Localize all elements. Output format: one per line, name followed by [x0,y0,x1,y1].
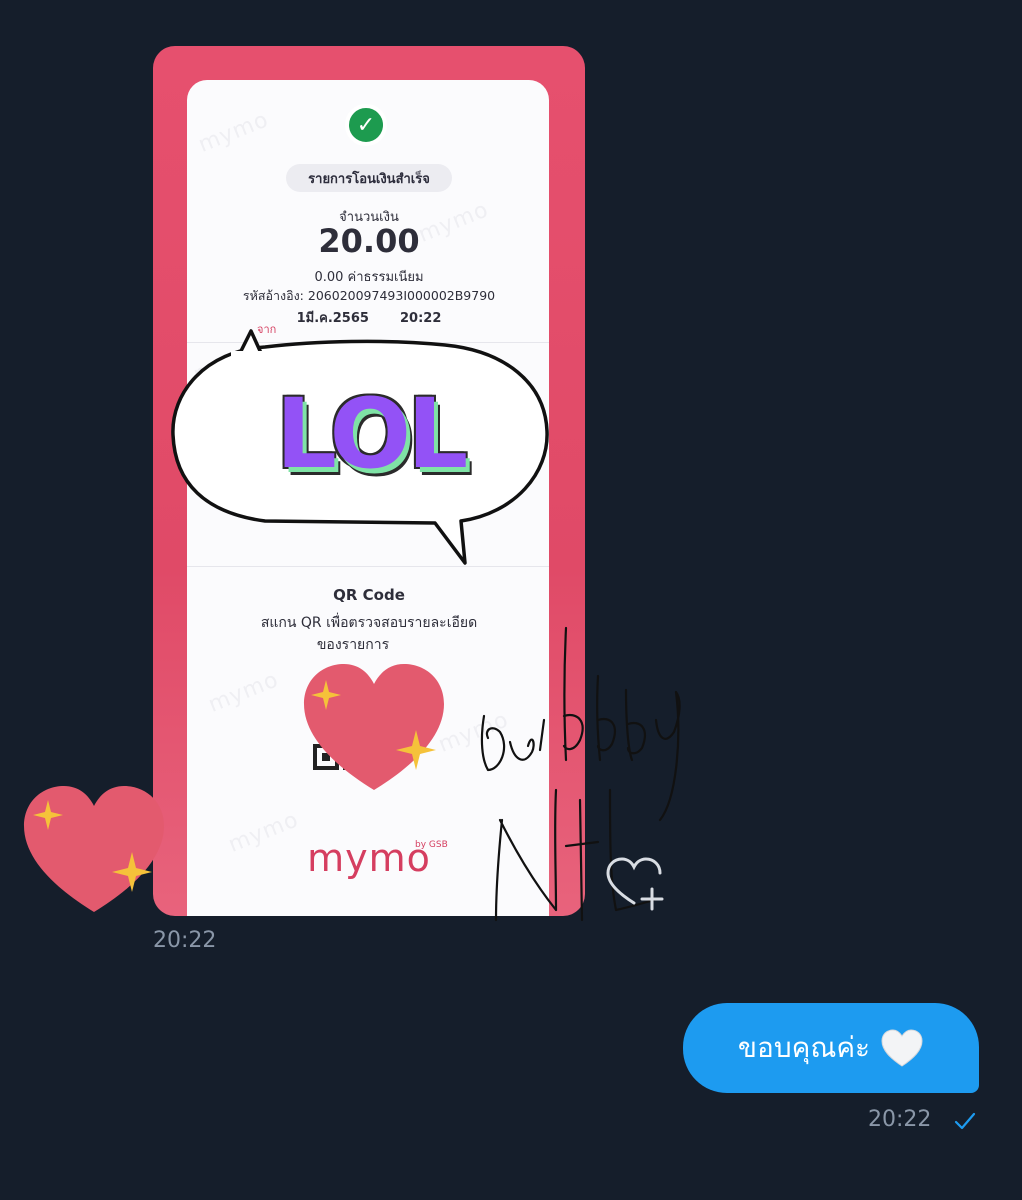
lol-sticker-text: LOL [275,378,469,490]
amount-value: 20.00 [318,222,420,260]
heart-sparkle-icon [24,786,164,912]
transfer-status-pill: รายการโอนเงินสำเร็จ [286,164,452,192]
watermark: mymo [194,107,273,158]
received-timestamp: 20:22 [153,928,217,953]
reference-label: รหัสอ้างอิง: [242,288,304,303]
check-icon: ✓ [345,104,387,146]
white-heart-icon [881,1029,923,1067]
qr-title: QR Code [333,586,405,604]
sent-message-text: ขอบคุณค่ะ [737,1031,871,1064]
sent-message-bubble[interactable]: ขอบคุณค่ะ [683,1003,979,1093]
fee-text: 0.00 ค่าธรรมเนียม [314,270,424,285]
reference-number: 206020097493I000002B9790 [307,288,496,303]
mymo-logo-sub: by GSB [415,840,448,850]
react-heart-plus-icon[interactable] [606,855,670,911]
sent-timestamp: 20:22 [868,1107,932,1132]
watermark: mymo [204,667,283,718]
heart-sparkle-icon [304,664,444,790]
read-tick-icon [954,1112,976,1130]
reference-line: รหัสอ้างอิง: 206020097493I000002B9790 [153,286,585,306]
